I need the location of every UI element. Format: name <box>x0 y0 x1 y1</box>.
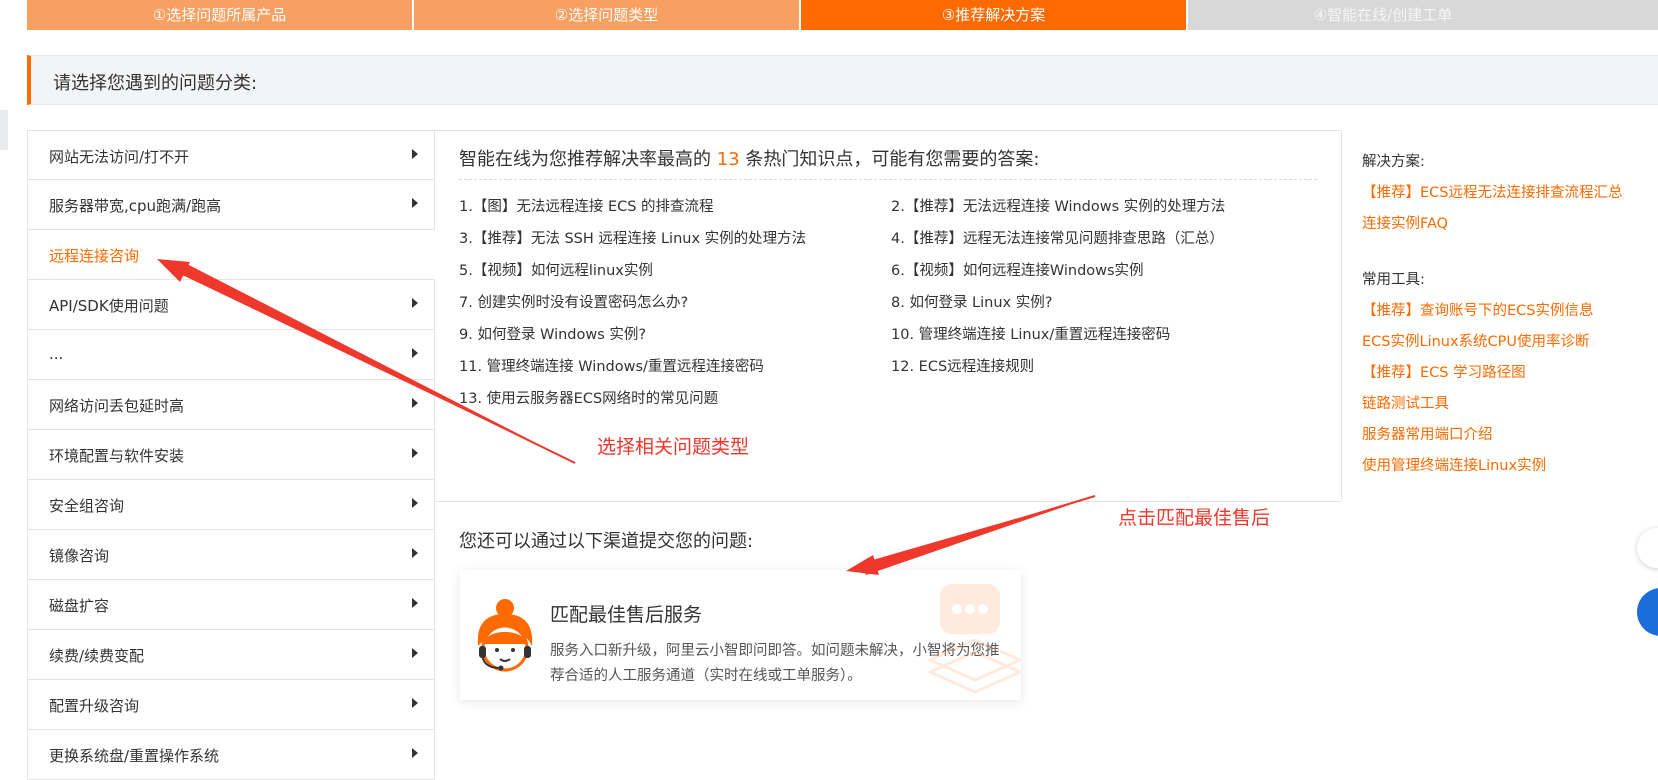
knowledge-link[interactable]: 13. 使用云服务器ECS网络时的常见问题 <box>459 387 718 408</box>
step-4: ④智能在线/创建工单 <box>1188 0 1658 30</box>
knowledge-link[interactable]: 7. 创建实例时没有设置密码怎么办? <box>459 291 688 312</box>
solution-link[interactable]: 【推荐】ECS远程无法连接排查流程汇总 <box>1362 181 1623 202</box>
knowledge-link[interactable]: 5.【视频】如何远程linux实例 <box>459 259 653 280</box>
menu-item[interactable]: 安全组咨询 <box>27 480 435 530</box>
menu-item[interactable]: API/SDK使用问题 <box>27 280 435 330</box>
solution-link[interactable]: 连接实例FAQ <box>1362 212 1448 233</box>
gutter-block <box>0 110 8 150</box>
recommend-title-suffix: 条热门知识点，可能有您需要的答案: <box>739 149 1040 170</box>
dashed-divider <box>459 179 1317 180</box>
channels-title: 您还可以通过以下渠道提交您的问题: <box>459 531 754 552</box>
step-1[interactable]: ①选择问题所属产品 <box>27 0 412 30</box>
caret-right-icon <box>412 548 418 558</box>
menu-item-label: 远程连接咨询 <box>49 247 140 265</box>
menu-item-label: 安全组咨询 <box>49 497 125 515</box>
menu-item[interactable]: 服务器带宽,cpu跑满/跑高 <box>27 180 435 230</box>
menu-item-label: 配置升级咨询 <box>49 697 140 715</box>
tool-link[interactable]: 链路测试工具 <box>1362 392 1449 413</box>
knowledge-link[interactable]: 12. ECS远程连接规则 <box>891 355 1034 376</box>
menu-item-selected[interactable]: 远程连接咨询 <box>27 230 435 280</box>
knowledge-link[interactable]: 10. 管理终端连接 Linux/重置远程连接密码 <box>891 323 1170 344</box>
caret-right-icon <box>412 398 418 408</box>
recommend-title-prefix: 智能在线为您推荐解决率最高的 <box>459 149 717 170</box>
match-service-card[interactable]: 匹配最佳售后服务 服务入口新升级，阿里云小智即问即答。如问题未解决，小智将为您推… <box>460 570 1021 700</box>
menu-item-label: 服务器带宽,cpu跑满/跑高 <box>49 197 222 215</box>
recommend-count: 13 <box>716 149 740 170</box>
menu-item-label: ... <box>49 345 64 363</box>
category-header-text: 请选择您遇到的问题分类: <box>53 73 258 94</box>
caret-right-icon <box>412 149 418 159</box>
knowledge-link[interactable]: 2.【推荐】无法远程连接 Windows 实例的处理方法 <box>891 195 1225 216</box>
caret-right-icon <box>412 298 418 308</box>
step-2[interactable]: ②选择问题类型 <box>414 0 799 30</box>
menu-item[interactable]: ... <box>27 330 435 380</box>
caret-right-icon <box>412 648 418 658</box>
tool-link[interactable]: 【推荐】查询账号下的ECS实例信息 <box>1362 299 1594 320</box>
recommend-title: 智能在线为您推荐解决率最高的 13 条热门知识点，可能有您需要的答案: <box>459 145 1039 171</box>
menu-item[interactable]: 续费/续费变配 <box>27 630 435 680</box>
menu-item-label: 续费/续费变配 <box>49 647 145 665</box>
knowledge-link[interactable]: 9. 如何登录 Windows 实例? <box>459 323 646 344</box>
knowledge-link[interactable]: 3.【推荐】无法 SSH 远程连接 Linux 实例的处理方法 <box>459 227 806 248</box>
menu-item[interactable]: 磁盘扩容 <box>27 580 435 630</box>
tool-link[interactable]: 【推荐】ECS 学习路径图 <box>1362 361 1526 382</box>
floating-chat-button[interactable] <box>1637 588 1658 636</box>
menu-item-label: 网络访问丢包延时高 <box>49 397 185 415</box>
floating-feedback-button[interactable] <box>1637 528 1658 568</box>
menu-item-label: API/SDK使用问题 <box>49 297 169 315</box>
menu-item[interactable]: 环境配置与软件安装 <box>27 430 435 480</box>
annotation-click-match: 点击匹配最佳售后 <box>1118 507 1271 529</box>
chat-bubble-decoration-icon <box>926 584 1021 694</box>
step-3: ③推荐解决方案 <box>801 0 1186 30</box>
solutions-title: 解决方案: <box>1362 154 1425 170</box>
caret-right-icon <box>412 348 418 358</box>
menu-item[interactable]: 配置升级咨询 <box>27 680 435 730</box>
tool-link[interactable]: 服务器常用端口介绍 <box>1362 423 1493 444</box>
left-gutter <box>0 0 27 773</box>
arrow-wedge-click-match <box>862 496 1095 575</box>
knowledge-link[interactable]: 6.【视频】如何远程连接Windows实例 <box>891 259 1144 280</box>
knowledge-link[interactable]: 8. 如何登录 Linux 实例? <box>891 291 1052 312</box>
menu-item[interactable]: 镜像咨询 <box>27 530 435 580</box>
menu-item-label: 磁盘扩容 <box>49 597 110 615</box>
aside-divider <box>1341 130 1342 500</box>
knowledge-link[interactable]: 1.【图】无法远程连接 ECS 的排查流程 <box>459 195 714 216</box>
recommend-panel: 智能在线为您推荐解决率最高的 13 条热门知识点，可能有您需要的答案: 1.【图… <box>435 130 1341 502</box>
tool-link[interactable]: 使用管理终端连接Linux实例 <box>1362 454 1546 475</box>
menu-item-label: 镜像咨询 <box>49 547 110 565</box>
caret-right-icon <box>412 498 418 508</box>
menu-item-label: 更换系统盘/重置操作系统 <box>49 747 220 765</box>
caret-right-icon <box>412 698 418 708</box>
menu-item[interactable]: 网站无法访问/打不开 <box>27 130 435 180</box>
tools-title: 常用工具: <box>1362 272 1425 288</box>
steps-bar: ①选择问题所属产品 ②选择问题类型 ③推荐解决方案 ④智能在线/创建工单 <box>27 0 1658 30</box>
problem-category-menu: 网站无法访问/打不开 服务器带宽,cpu跑满/跑高 远程连接咨询 API/SDK… <box>27 130 435 780</box>
caret-right-icon <box>412 598 418 608</box>
caret-right-icon <box>412 198 418 208</box>
tool-link[interactable]: ECS实例Linux系统CPU使用率诊断 <box>1362 330 1590 351</box>
caret-right-icon <box>412 448 418 458</box>
category-header: 请选择您遇到的问题分类: <box>27 55 1658 105</box>
annotation-select-type: 选择相关问题类型 <box>597 436 750 458</box>
knowledge-link[interactable]: 4.【推荐】远程无法连接常见问题排查思路（汇总） <box>891 227 1224 248</box>
arrow-line-click-match <box>849 495 1096 571</box>
menu-item-label: 环境配置与软件安装 <box>49 447 185 465</box>
caret-right-icon <box>412 748 418 758</box>
menu-item-label: 网站无法访问/打不开 <box>49 148 190 166</box>
customer-service-avatar-icon <box>477 599 533 672</box>
menu-item[interactable]: 网络访问丢包延时高 <box>27 380 435 430</box>
knowledge-link[interactable]: 11. 管理终端连接 Windows/重置远程连接密码 <box>459 355 764 376</box>
card-title: 匹配最佳售后服务 <box>550 604 703 626</box>
